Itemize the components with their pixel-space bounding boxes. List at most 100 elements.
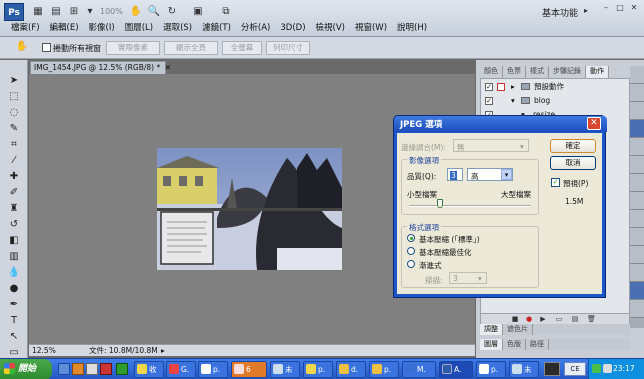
taskbar-task[interactable]: G. — [166, 361, 196, 378]
format-baseline-optimized-radio[interactable] — [407, 247, 415, 255]
rotate-view-icon[interactable]: ↻ — [164, 5, 180, 19]
menu-analysis[interactable]: 分析(A) — [236, 21, 275, 36]
maximize-icon[interactable]: □ — [614, 3, 626, 14]
taskbar-task[interactable]: 收 — [134, 361, 164, 378]
tab-color[interactable]: 顏色 — [480, 66, 503, 78]
rail-button[interactable] — [630, 246, 644, 264]
record-icon[interactable]: ● — [525, 315, 533, 323]
blur-tool-icon[interactable]: 💧 — [6, 266, 22, 280]
tab-swatches[interactable]: 色票 — [503, 66, 526, 78]
crop-tool-icon[interactable]: ⌗ — [6, 138, 22, 152]
rail-button[interactable] — [630, 192, 644, 210]
play-icon[interactable]: ▶ — [539, 315, 547, 323]
preview-checkbox[interactable]: ✓ — [551, 178, 560, 187]
quick-launch-icon[interactable] — [100, 363, 112, 375]
fit-screen-button[interactable]: 顯示全頁 — [164, 41, 218, 55]
tab-actions[interactable]: 動作 — [586, 66, 609, 78]
rail-button[interactable] — [630, 300, 644, 318]
taskbar-task[interactable]: p. — [369, 361, 399, 378]
lasso-tool-icon[interactable]: ◌ — [6, 106, 22, 120]
tab-styles[interactable]: 樣式 — [526, 66, 549, 78]
print-size-button[interactable]: 列印尺寸 — [266, 41, 310, 55]
quick-launch-icon[interactable] — [72, 363, 84, 375]
volume-icon[interactable] — [603, 364, 612, 373]
taskbar-task[interactable]: d. — [336, 361, 366, 378]
brush-tool-icon[interactable]: ✐ — [6, 186, 22, 200]
healing-brush-tool-icon[interactable]: ✚ — [6, 170, 22, 184]
bridge-icon[interactable]: ▦ — [30, 5, 46, 19]
close-document-icon[interactable]: ✕ — [165, 63, 171, 72]
rail-button[interactable] — [630, 120, 644, 138]
taskbar-task[interactable]: 6 — [231, 361, 267, 378]
dodge-tool-icon[interactable]: ● — [6, 282, 22, 296]
quick-launch-icon[interactable] — [116, 363, 128, 375]
language-bar-icon[interactable] — [544, 362, 560, 376]
menu-edit[interactable]: 編輯(E) — [45, 21, 84, 36]
quality-slider-track[interactable] — [409, 205, 531, 207]
format-progressive-radio[interactable] — [407, 260, 415, 268]
marquee-tool-icon[interactable]: ⬚ — [6, 90, 22, 104]
workspace-switcher[interactable]: 基本功能 — [542, 6, 578, 19]
ok-button[interactable]: 確定 — [550, 139, 596, 153]
action-row[interactable]: ✓ ▸ 預設動作 — [481, 81, 631, 93]
taskbar-task[interactable]: p. — [303, 361, 333, 378]
rail-button[interactable] — [630, 66, 644, 84]
clone-stamp-tool-icon[interactable]: ♜ — [6, 202, 22, 216]
taskbar-task[interactable]: p. — [476, 361, 506, 378]
tab-layers[interactable]: 圖層 — [480, 339, 503, 350]
workspace-menu-icon[interactable]: ▸ — [584, 6, 588, 15]
menu-window[interactable]: 視窗(W) — [350, 21, 392, 36]
rail-button[interactable] — [630, 282, 644, 300]
network-icon[interactable] — [592, 364, 601, 373]
rail-button[interactable] — [630, 138, 644, 156]
zoom-level-display[interactable]: 100% — [100, 7, 123, 16]
quality-level-select[interactable]: 高 ▾ — [467, 168, 513, 181]
close-icon[interactable]: ✕ — [628, 3, 640, 14]
menu-file[interactable]: 檔案(F) — [6, 21, 45, 36]
menu-3d[interactable]: 3D(D) — [275, 21, 310, 36]
zoom-tool-icon[interactable]: 🔍 — [146, 5, 162, 19]
move-tool-icon[interactable]: ➤ — [6, 74, 22, 88]
document-tab[interactable]: IMG_1454.JPG @ 12.5% (RGB/8) * ✕ — [30, 61, 171, 74]
quality-slider-thumb[interactable] — [436, 199, 443, 208]
view-extras-icon[interactable]: ⊞ — [66, 5, 82, 19]
expand-icon[interactable]: ▾ — [511, 95, 515, 107]
rail-button[interactable] — [630, 228, 644, 246]
status-menu-icon[interactable]: ▸ — [161, 345, 165, 356]
rail-button[interactable] — [630, 102, 644, 120]
format-baseline-standard-radio[interactable] — [407, 234, 415, 242]
hand-tool-icon[interactable]: ✋ — [128, 5, 144, 19]
delete-icon[interactable]: 🗑 — [587, 315, 596, 323]
type-tool-icon[interactable]: T — [6, 314, 22, 328]
taskbar-task[interactable]: p. — [198, 361, 228, 378]
dropdown-icon[interactable]: ▾ — [82, 5, 98, 19]
menu-help[interactable]: 說明(H) — [392, 21, 432, 36]
document-photo[interactable] — [157, 148, 342, 270]
expand-icon[interactable]: ▸ — [511, 81, 515, 93]
screen-mode-icon[interactable]: ⧉ — [218, 5, 234, 19]
rail-button[interactable] — [630, 210, 644, 228]
tab-channels[interactable]: 色版 — [503, 339, 526, 350]
pen-tool-icon[interactable]: ✒ — [6, 298, 22, 312]
tab-masks[interactable]: 遮色片 — [503, 324, 533, 335]
menu-select[interactable]: 選取(S) — [158, 21, 197, 36]
cancel-button[interactable]: 取消 — [550, 156, 596, 170]
quick-launch-icon[interactable] — [86, 363, 98, 375]
gradient-tool-icon[interactable]: ▥ — [6, 250, 22, 264]
status-zoom[interactable]: 12.5% — [32, 345, 56, 356]
taskbar-task[interactable]: 未 — [270, 361, 300, 378]
hand-tool-preset-icon[interactable]: ✋ — [14, 41, 30, 55]
rail-button[interactable] — [630, 264, 644, 282]
tab-history[interactable]: 步驟記錄 — [549, 66, 586, 78]
chevron-down-icon[interactable]: ▾ — [501, 169, 512, 180]
quick-select-tool-icon[interactable]: ✎ — [6, 122, 22, 136]
mini-bridge-icon[interactable]: ▤ — [48, 5, 64, 19]
start-button[interactable]: 開始 — [0, 359, 52, 379]
history-brush-tool-icon[interactable]: ↺ — [6, 218, 22, 232]
menu-layer[interactable]: 圖層(L) — [120, 21, 158, 36]
eraser-tool-icon[interactable]: ◧ — [6, 234, 22, 248]
quick-launch-icon[interactable] — [58, 363, 70, 375]
eyedropper-tool-icon[interactable]: ⁄ — [6, 154, 22, 168]
dialog-title-bar[interactable]: JPEG 選項 ✕ — [394, 116, 607, 132]
dialog-close-icon[interactable]: ✕ — [587, 117, 601, 130]
